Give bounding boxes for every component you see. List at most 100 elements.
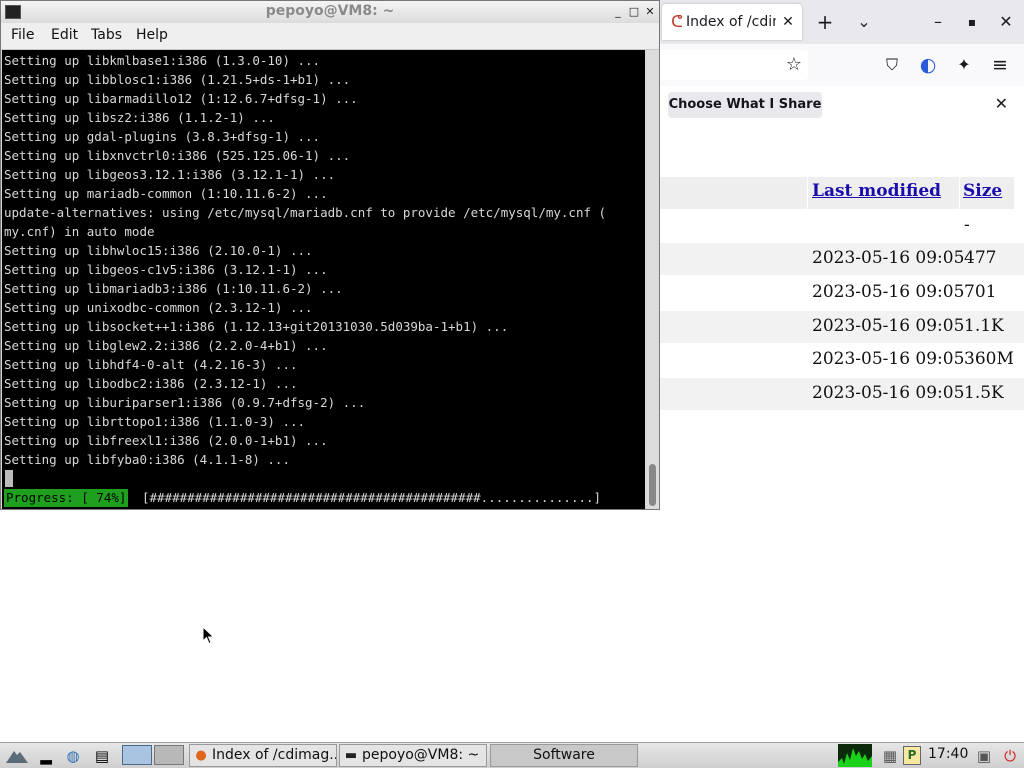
terminal-scrollbar[interactable]: [646, 50, 659, 509]
terminal-line: Setting up libgeos-c1v5:i386 (3.12.1-1) …: [4, 262, 328, 277]
new-tab-icon[interactable]: +: [812, 10, 838, 34]
table-row: 2023-05-16 09:05 1.5K: [660, 378, 1024, 410]
lock-screen-icon[interactable]: ▣: [973, 746, 995, 766]
terminal-line: Setting up libgeos3.12.1:i386 (3.12.1-1)…: [4, 167, 336, 182]
terminal-window: pepoyo@VM8: ~ _ □ ✕ File Edit Tabs Help …: [0, 0, 660, 510]
table-row: 2023-05-16 09:05 360M: [660, 344, 1024, 376]
web-browser-icon[interactable]: ◍: [63, 746, 83, 766]
terminal-line: Setting up librttopo1:i386 (1.1.0-3) ...: [4, 414, 306, 429]
terminal-line: Setting up liburiparser1:i386 (0.9.7+dfs…: [4, 395, 366, 410]
notification-close-icon[interactable]: ✕: [995, 94, 1008, 114]
scrollbar-thumb[interactable]: [649, 464, 656, 506]
taskbar-task-terminal[interactable]: ▬ pepoyo@VM8: ~: [339, 744, 487, 767]
terminal-minimize-icon[interactable]: _: [611, 4, 625, 20]
bookmark-star-icon[interactable]: ☆: [786, 54, 802, 76]
progress-label: Progress: [ 74%]: [4, 489, 129, 507]
menu-tabs[interactable]: Tabs: [91, 27, 122, 43]
terminal-title: pepoyo@VM8: ~: [265, 3, 395, 19]
terminal-icon: ▬: [344, 748, 358, 763]
taskbar-task-browser[interactable]: ● Index of /cdimag...: [189, 744, 337, 767]
row-size: 1.1K: [964, 316, 1004, 336]
app-menu-icon[interactable]: ≡: [989, 54, 1011, 76]
extensions-icon[interactable]: ✦: [953, 54, 975, 76]
row-last-modified: 2023-05-16 09:05: [812, 349, 965, 369]
tab-close-icon[interactable]: ✕: [778, 12, 798, 32]
terminal-line: Setting up libsz2:i386 (1.1.2-1) ...: [4, 110, 275, 125]
column-separator: [807, 177, 808, 209]
menu-edit[interactable]: Edit: [51, 27, 78, 43]
table-row: 2023-05-16 09:05 1.1K: [660, 311, 1024, 343]
terminal-menu-bar: File Edit Tabs Help: [1, 23, 659, 50]
terminal-line: Setting up libhwloc15:i386 (2.10.0-1) ..…: [4, 243, 313, 258]
table-row: 2023-05-16 09:05 701: [660, 277, 1024, 309]
choose-what-i-share-button[interactable]: Choose What I Share: [668, 92, 822, 118]
task-label: Software: [533, 747, 595, 763]
firefox-icon: ●: [195, 748, 207, 763]
row-size: 360M: [964, 349, 1014, 369]
terminal-line: Setting up libarmadillo12 (1:12.6.7+dfsg…: [4, 91, 358, 106]
terminal-line: Setting up unixodbc-common (2.3.12-1) ..…: [4, 300, 313, 315]
row-last-modified: 2023-05-16 09:05: [812, 316, 965, 336]
row-last-modified: 2023-05-16 09:05: [812, 282, 965, 302]
terminal-maximize-icon[interactable]: □: [627, 4, 641, 20]
account-icon[interactable]: ◐: [917, 54, 939, 76]
terminal-line: Setting up libblosc1:i386 (1.21.5+ds-1+b…: [4, 72, 351, 87]
terminal-line: Setting up libkmlbase1:i386 (1.3.0-10) .…: [4, 53, 321, 68]
menu-file[interactable]: File: [11, 27, 34, 43]
terminal-line: Setting up libxnvctrl0:i386 (525.125.06-…: [4, 148, 351, 163]
package-updater-icon[interactable]: P: [903, 746, 921, 765]
directory-listing: Last modified Size - 2023-05-16 09:05 47…: [660, 126, 1024, 742]
terminal-line: my.cnf) in auto mode: [4, 224, 155, 239]
workspace-1-icon[interactable]: [122, 745, 152, 765]
network-icon[interactable]: ▦: [878, 746, 902, 766]
terminal-line: Setting up libfyba0:i386 (4.1.1-8) ...: [4, 452, 290, 467]
start-menu-icon[interactable]: [4, 746, 30, 766]
terminal-output[interactable]: Progress: [ 74%] [######################…: [2, 50, 645, 509]
terminal-line: Setting up mariadb-common (1:10.11.6-2) …: [4, 186, 328, 201]
file-manager-icon[interactable]: ▤: [92, 746, 112, 766]
terminal-line: Setting up libglew2.2:i386 (2.2.0-4+b1) …: [4, 338, 328, 353]
browser-tab-bar: ᕦ Index of /cdimage ✕ + ⌄ – ▪ ✕: [660, 0, 1024, 44]
cpu-monitor-graph[interactable]: [838, 744, 872, 767]
task-label: Index of /cdimag...: [212, 747, 337, 763]
mouse-pointer-icon: [202, 626, 215, 645]
terminal-line: Setting up libmariadb3:i386 (1:10.11.6-2…: [4, 281, 343, 296]
url-bar[interactable]: ☆: [660, 50, 808, 80]
window-maximize-icon[interactable]: ▪: [959, 10, 985, 34]
terminal-close-icon[interactable]: ✕: [643, 4, 657, 20]
taskbar-task-software[interactable]: Software: [490, 744, 638, 767]
last-modified-header-link[interactable]: Last modified: [812, 181, 941, 201]
terminal-title-bar[interactable]: pepoyo@VM8: ~ _ □ ✕: [1, 1, 659, 23]
row-size: -: [964, 215, 970, 235]
browser-tab[interactable]: ᕦ Index of /cdimage ✕: [662, 4, 802, 40]
table-row: 2023-05-16 09:05 477: [660, 243, 1024, 275]
row-last-modified: 2023-05-16 09:05: [812, 383, 965, 403]
pocket-icon[interactable]: ⛉: [881, 54, 903, 76]
terminal-line: update-alternatives: using /etc/mysql/ma…: [4, 205, 607, 220]
tab-list-icon[interactable]: ⌄: [851, 10, 877, 34]
size-header-link[interactable]: Size: [963, 181, 1002, 201]
notification-bar: Choose What I Share ✕: [660, 86, 1024, 126]
debian-swirl-icon: ᕦ: [671, 12, 683, 31]
progress-bar: [#######################################…: [142, 490, 602, 505]
window-close-icon[interactable]: ✕: [993, 10, 1019, 34]
taskbar: ▂ ◍ ▤ ● Index of /cdimag... ▬ pepoyo@VM8…: [0, 742, 1024, 768]
browser-nav-bar: ☆ ⛉ ◐ ✦ ≡: [660, 44, 1024, 87]
row-size: 701: [964, 282, 997, 302]
terminal-line: Setting up gdal-plugins (3.8.3+dfsg-1) .…: [4, 129, 321, 144]
clock[interactable]: 17:40: [928, 746, 968, 762]
terminal-cursor: [5, 470, 13, 487]
window-minimize-icon[interactable]: –: [925, 10, 951, 34]
task-label: pepoyo@VM8: ~: [362, 747, 480, 763]
table-row: -: [660, 210, 1024, 242]
logout-power-icon[interactable]: ⏻: [1000, 746, 1020, 766]
terminal-line: Setting up libfreexl1:i386 (2.0.0-1+b1) …: [4, 433, 328, 448]
row-size: 477: [964, 248, 997, 268]
terminal-line: Setting up libsocket++1:i386 (1.12.13+gi…: [4, 319, 509, 334]
listing-header-row: Last modified Size: [660, 177, 1014, 209]
row-last-modified: 2023-05-16 09:05: [812, 248, 965, 268]
show-desktop-icon[interactable]: ▂: [36, 746, 56, 766]
workspace-2-icon[interactable]: [154, 745, 184, 765]
menu-help[interactable]: Help: [136, 27, 168, 43]
terminal-line: Setting up libhdf4-0-alt (4.2.16-3) ...: [4, 357, 298, 372]
